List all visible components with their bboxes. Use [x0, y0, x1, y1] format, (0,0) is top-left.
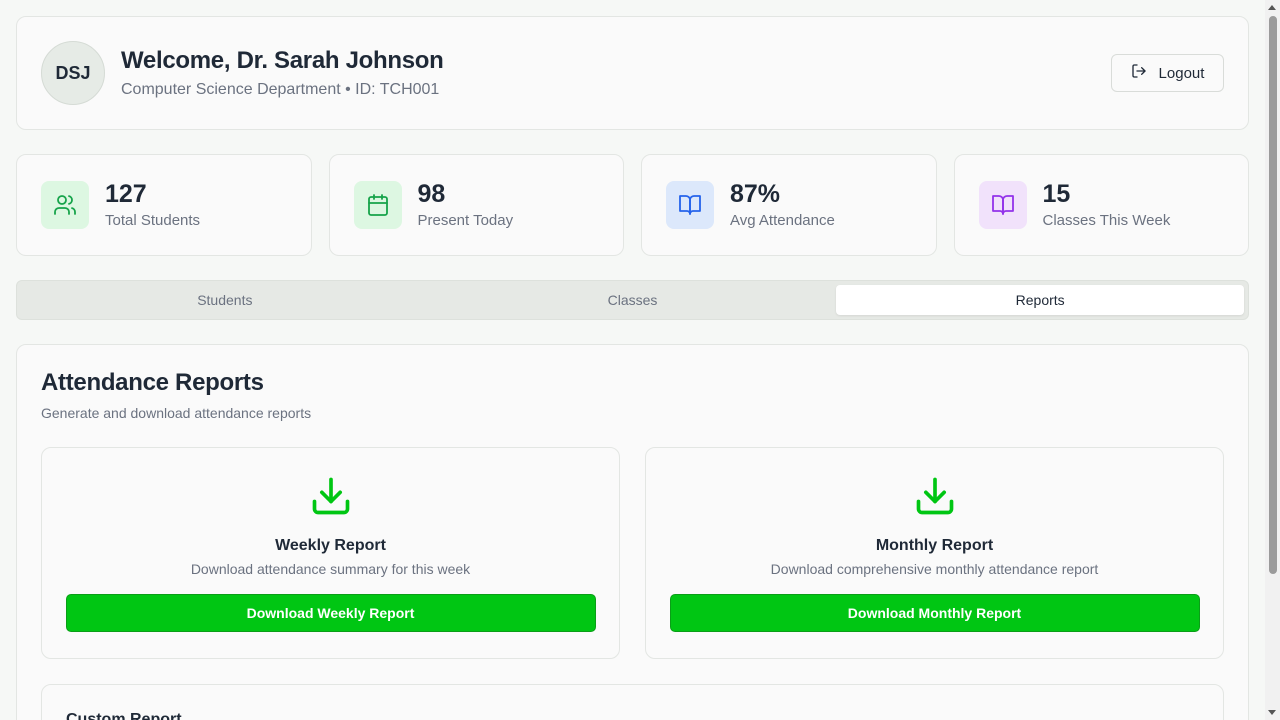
- welcome-title: Welcome, Dr. Sarah Johnson: [121, 47, 444, 74]
- profile-header: DSJ Welcome, Dr. Sarah Johnson Computer …: [16, 16, 1249, 130]
- welcome-block: Welcome, Dr. Sarah Johnson Computer Scie…: [121, 47, 444, 99]
- custom-report-card: Custom Report: [41, 684, 1224, 720]
- monthly-report-title: Monthly Report: [875, 537, 994, 554]
- users-icon: [41, 181, 89, 229]
- reports-title: Attendance Reports: [41, 369, 264, 396]
- stat-label: Total Students: [105, 212, 201, 230]
- reports-description: Generate and download attendance reports: [41, 405, 312, 421]
- weekly-report-title: Weekly Report: [275, 537, 386, 554]
- stat-value: 87%: [730, 179, 781, 208]
- dashboard-page: DSJ Welcome, Dr. Sarah Johnson Computer …: [16, 16, 1249, 720]
- stat-card-classes-this-week: 15 Classes This Week: [953, 154, 1249, 256]
- stat-value: 15: [1042, 179, 1071, 208]
- scroll-down-arrow-icon[interactable]: [1268, 710, 1276, 715]
- download-monthly-report-button[interactable]: Download Monthly Report: [669, 594, 1200, 632]
- download-icon: [913, 474, 957, 523]
- stat-card-avg-attendance: 87% Avg Attendance: [641, 154, 937, 256]
- monthly-report-description: Download comprehensive monthly attendanc…: [770, 561, 1099, 577]
- report-grid: Weekly Report Download attendance summar…: [41, 447, 1224, 659]
- scroll-thumb[interactable]: [1269, 16, 1277, 574]
- tab-students[interactable]: Students: [21, 285, 429, 315]
- stat-card-total-students: 127 Total Students: [16, 154, 312, 256]
- custom-report-title: Custom Report: [66, 711, 182, 720]
- logout-button[interactable]: Logout: [1111, 54, 1224, 92]
- tab-classes[interactable]: Classes: [429, 285, 837, 315]
- calendar-icon: [353, 181, 402, 229]
- weekly-report-description: Download attendance summary for this wee…: [190, 561, 471, 577]
- stat-label: Classes This Week: [1042, 212, 1171, 230]
- scroll-up-arrow-icon[interactable]: [1268, 5, 1276, 10]
- download-weekly-report-button[interactable]: Download Weekly Report: [65, 594, 596, 632]
- monthly-report-card: Monthly Report Download comprehensive mo…: [645, 447, 1224, 659]
- stat-value: 98: [417, 179, 446, 208]
- stats-row: 127 Total Students 98 Present Today 87% …: [16, 154, 1249, 256]
- stat-card-present-today: 98 Present Today: [328, 154, 624, 256]
- stat-label: Avg Attendance: [730, 212, 835, 230]
- vertical-scrollbar[interactable]: [1265, 0, 1280, 720]
- department-info: Computer Science Department • ID: TCH001: [121, 81, 440, 98]
- book-open-icon: [666, 181, 714, 229]
- book-open-icon: [978, 181, 1027, 229]
- weekly-report-card: Weekly Report Download attendance summar…: [41, 447, 620, 659]
- stat-value: 127: [105, 179, 147, 208]
- logout-icon: [1131, 63, 1147, 83]
- download-icon: [309, 474, 353, 523]
- stat-label: Present Today: [417, 212, 514, 230]
- tab-reports[interactable]: Reports: [836, 285, 1245, 315]
- reports-panel: Attendance Reports Generate and download…: [16, 344, 1249, 720]
- logout-label: Logout: [1158, 64, 1205, 82]
- avatar: DSJ: [41, 41, 105, 105]
- tab-bar: Students Classes Reports: [16, 280, 1249, 320]
